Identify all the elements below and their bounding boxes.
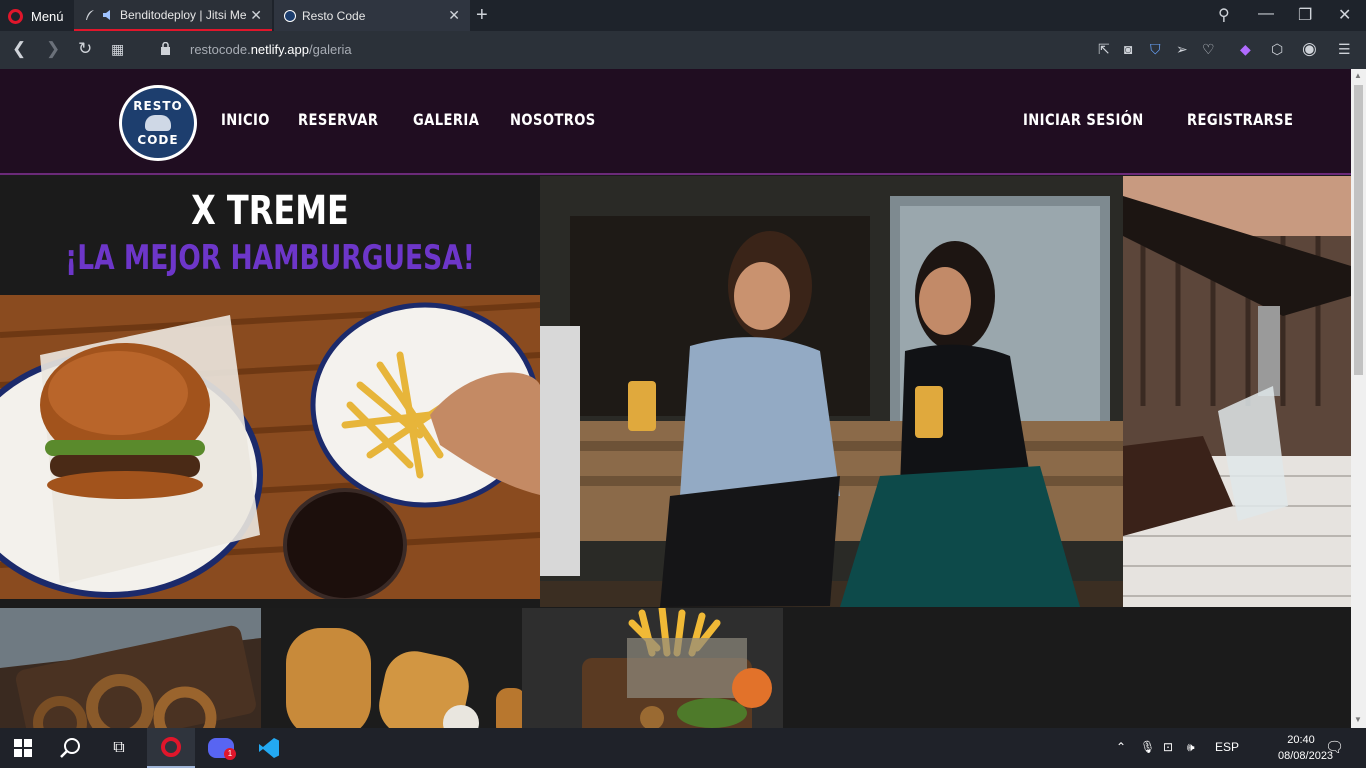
aria-icon[interactable]: ◆: [1240, 41, 1251, 58]
speed-dial-icon[interactable]: ▦: [111, 41, 124, 58]
restore-icon[interactable]: ❐: [1298, 5, 1312, 25]
shield-icon[interactable]: ⛉: [1150, 41, 1161, 58]
page-scrollbar[interactable]: ▲ ▼: [1351, 69, 1366, 728]
share-icon[interactable]: ⇱: [1098, 41, 1110, 58]
reload-icon[interactable]: ↻: [78, 39, 92, 59]
scroll-up-icon[interactable]: ▲: [1354, 71, 1362, 80]
url-domain: netlify.app: [250, 42, 309, 57]
web-page: RESTO CODE INICIO RESERVAR GALERIA NOSOT…: [0, 69, 1351, 728]
new-tab-icon[interactable]: +: [476, 4, 488, 27]
clock[interactable]: 20:40 08/08/2023: [1278, 732, 1334, 764]
burger-icon: [145, 115, 171, 131]
notification-badge: 1: [224, 748, 236, 760]
resto-code-favicon-icon: [284, 9, 296, 22]
close-tab-icon[interactable]: ✕: [250, 7, 262, 24]
search-tabs-icon[interactable]: ⚲: [1218, 5, 1230, 25]
gallery-image-onion-rings[interactable]: [0, 608, 261, 728]
auth-nav: INICIAR SESIÓN REGISTRARSE: [1023, 110, 1317, 129]
microphone-icon[interactable]: 🎙: [1140, 740, 1155, 754]
tab-resto-code[interactable]: Resto Code ✕: [274, 0, 470, 31]
hero-subtitle: ¡LA MEJOR HAMBURGUESA!: [65, 238, 475, 278]
tab-title: Benditodeploy | Jitsi Me: [120, 7, 247, 22]
easy-setup-icon[interactable]: ☰: [1338, 41, 1351, 58]
site-navbar: RESTO CODE INICIO RESERVAR GALERIA NOSOT…: [0, 69, 1351, 175]
extensions-icon[interactable]: ⬡: [1271, 41, 1283, 58]
send-icon[interactable]: ➢: [1176, 41, 1188, 58]
opera-icon: [161, 737, 181, 757]
lock-icon: [161, 42, 170, 55]
minimize-icon[interactable]: —: [1258, 5, 1274, 23]
gallery-image-beer-tap[interactable]: [1123, 176, 1351, 607]
gallery-image-fries-basket[interactable]: [522, 608, 783, 728]
opera-logo-icon: [8, 8, 23, 24]
logo-text-bottom: CODE: [137, 133, 179, 147]
opera-menu-button[interactable]: Menú: [8, 6, 64, 26]
login-link[interactable]: INICIAR SESIÓN: [1023, 110, 1144, 129]
tab-jitsi[interactable]: Benditodeploy | Jitsi Me ✕: [74, 0, 272, 31]
snapshot-icon[interactable]: ◙: [1124, 41, 1132, 57]
task-view-icon: ⧉: [113, 739, 125, 756]
menu-label: Menú: [31, 8, 64, 24]
scroll-thumb[interactable]: [1354, 85, 1363, 375]
gallery-image-croquettes[interactable]: [261, 608, 522, 728]
volume-icon[interactable]: 🕪: [1187, 740, 1195, 755]
profile-avatar-icon[interactable]: ◉: [1302, 39, 1317, 59]
heart-icon[interactable]: ♡: [1202, 41, 1215, 58]
logo-text-top: RESTO: [133, 99, 183, 113]
vscode-icon: [259, 738, 279, 758]
browser-tab-bar: Menú Benditodeploy | Jitsi Me ✕ Resto Co…: [0, 0, 1366, 31]
network-icon[interactable]: ⊡: [1163, 740, 1173, 754]
task-view-button[interactable]: ⧉: [96, 728, 142, 768]
gallery-image-friends[interactable]: [540, 176, 1123, 607]
forward-icon[interactable]: ❯: [46, 39, 60, 59]
hero-text-block: X TREME ¡LA MEJOR HAMBURGUESA!: [0, 176, 540, 295]
register-link[interactable]: REGISTRARSE: [1187, 110, 1293, 129]
close-window-icon[interactable]: ✕: [1338, 5, 1351, 25]
clock-time: 20:40: [1287, 734, 1315, 746]
url-path: /galeria: [309, 42, 352, 57]
address-bar: ❮ ❯ ↻ ▦ restocode.netlify.app/galeria ⇱ …: [0, 31, 1366, 69]
search-button[interactable]: [48, 728, 94, 768]
url-field[interactable]: restocode.netlify.app/galeria: [190, 42, 352, 57]
speaker-icon: [103, 9, 110, 20]
nav-link-nosotros[interactable]: NOSOTROS: [510, 110, 596, 129]
main-nav: INICIO RESERVAR GALERIA NOSOTROS: [221, 110, 615, 129]
language-indicator[interactable]: ESP: [1215, 740, 1239, 754]
windows-taskbar: ⧉ 1 ⌃ 🎙 ⊡ 🕪 ESP 20:40 08/08/2023 🗨: [0, 728, 1366, 768]
show-hidden-icons-icon[interactable]: ⌃: [1116, 740, 1126, 754]
hero-title: X TREME: [191, 188, 349, 234]
feather-icon: [86, 9, 94, 20]
gallery-image-burger[interactable]: [0, 295, 540, 599]
tab-title: Resto Code: [302, 8, 366, 23]
nav-link-reservar[interactable]: RESERVAR: [298, 110, 378, 129]
windows-logo-icon: [14, 739, 32, 757]
back-icon[interactable]: ❮: [12, 39, 26, 59]
taskbar-vscode[interactable]: [246, 728, 292, 768]
nav-link-inicio[interactable]: INICIO: [221, 110, 270, 129]
resto-code-logo[interactable]: RESTO CODE: [119, 85, 197, 161]
start-button[interactable]: [0, 728, 46, 768]
taskbar-opera[interactable]: [147, 728, 195, 768]
scroll-down-icon[interactable]: ▼: [1354, 715, 1362, 724]
close-tab-icon[interactable]: ✕: [448, 7, 460, 24]
notifications-icon[interactable]: 🗨: [1325, 738, 1344, 756]
clock-date: 08/08/2023: [1278, 750, 1334, 762]
taskbar-discord[interactable]: 1: [198, 728, 244, 768]
search-icon: [60, 738, 80, 758]
url-prefix: restocode.: [190, 42, 251, 57]
nav-link-galeria[interactable]: GALERIA: [413, 110, 479, 129]
